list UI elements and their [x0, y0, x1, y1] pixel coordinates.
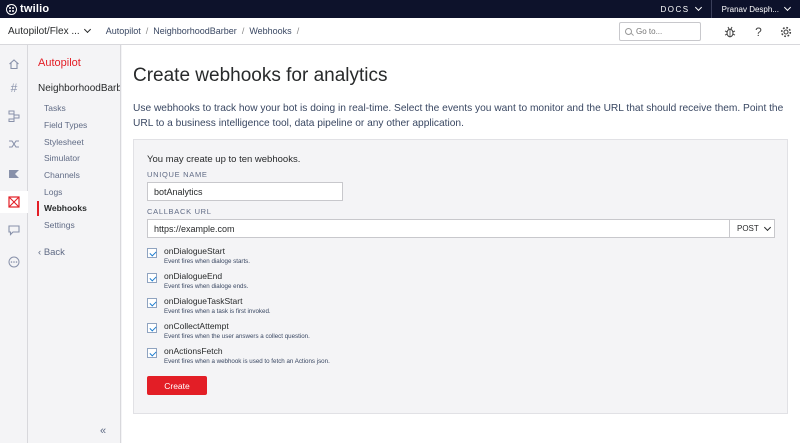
search-input[interactable]	[636, 27, 694, 36]
help-icon[interactable]: ?	[749, 22, 768, 41]
debugger-icon[interactable]	[720, 22, 739, 41]
chevron-left-icon: ‹	[38, 247, 42, 258]
http-method-select[interactable]: POST	[730, 219, 775, 238]
flow-icon[interactable]	[0, 105, 28, 127]
twilio-logo[interactable]: twilio	[6, 3, 49, 15]
page-description: Use webhooks to track how your bot is do…	[133, 103, 784, 129]
event-option: onDialogueEnd Event fires when dialoge e…	[147, 271, 248, 291]
logo-text: twilio	[20, 3, 50, 15]
chevron-down-icon	[694, 3, 702, 12]
search-icon	[625, 28, 632, 35]
event-description: Event fires when a webhook is used to fe…	[164, 358, 330, 365]
sidebar-item-logs[interactable]: Logs	[44, 187, 62, 197]
breadcrumb: Autopilot / NeighborhoodBarber / Webhook…	[106, 26, 305, 36]
unique-name-label: UNIQUE NAME	[147, 170, 208, 179]
event-checkbox[interactable]	[147, 273, 157, 283]
sidebar-item-webhooks[interactable]: Webhooks	[44, 203, 87, 213]
user-name: Pranav Desph...	[721, 4, 779, 14]
chevron-down-icon	[763, 223, 771, 231]
goto-search[interactable]	[619, 22, 701, 41]
global-topbar: twilio DOCS Pranav Desph...	[0, 0, 800, 18]
docs-label: DOCS	[660, 4, 690, 14]
callback-url-label: CALLBACK URL	[147, 207, 212, 216]
event-description: Event fires when dialoge starts.	[164, 258, 250, 265]
event-name: onCollectAttempt	[164, 321, 229, 331]
breadcrumb-bar: Autopilot/Flex ... Autopilot / Neighborh…	[0, 18, 800, 45]
sidebar-assistant-name[interactable]: NeighborhoodBarber	[38, 83, 120, 94]
event-checkbox[interactable]	[147, 298, 157, 308]
webhook-form-card: You may create up to ten webhooks. UNIQU…	[133, 139, 788, 414]
twilio-logo-icon	[6, 3, 17, 15]
home-icon[interactable]	[0, 53, 28, 75]
autopilot-icon[interactable]	[0, 191, 28, 213]
sidebar-item-settings[interactable]: Settings	[44, 220, 75, 230]
sidebar-item-channels[interactable]: Channels	[44, 170, 80, 180]
event-name: onDialogueEnd	[164, 271, 223, 281]
event-checkbox[interactable]	[147, 323, 157, 333]
webhook-limit-note: You may create up to ten webhooks.	[147, 154, 301, 165]
back-label: Back	[43, 247, 65, 258]
event-option: onCollectAttempt Event fires when the us…	[147, 321, 310, 341]
sidebar-item-field-types[interactable]: Field Types	[44, 120, 87, 130]
event-description: Event fires when the user answers a coll…	[164, 333, 310, 340]
collapse-sidebar-icon[interactable]: «	[100, 425, 106, 437]
callback-url-input[interactable]	[147, 219, 730, 238]
project-name: Autopilot/Flex ...	[8, 25, 80, 37]
chevron-down-icon	[783, 3, 792, 12]
back-link[interactable]: ‹ Back	[38, 247, 65, 258]
docs-menu[interactable]: DOCS	[651, 3, 711, 14]
active-indicator	[37, 201, 39, 216]
breadcrumb-assistant[interactable]: NeighborhoodBarber	[153, 26, 237, 36]
event-checkbox[interactable]	[147, 248, 157, 258]
user-menu[interactable]: Pranav Desph...	[712, 3, 800, 14]
event-name: onActionsFetch	[164, 346, 223, 356]
more-icon[interactable]	[0, 251, 28, 273]
sidebar-item-stylesheet[interactable]: Stylesheet	[44, 137, 84, 147]
shuffle-icon[interactable]	[0, 133, 28, 155]
page-title: Create webhooks for analytics	[133, 65, 388, 86]
event-option: onActionsFetch Event fires when a webhoo…	[147, 346, 330, 366]
breadcrumb-autopilot[interactable]: Autopilot	[106, 26, 141, 36]
event-option: onDialogueStart Event fires when dialoge…	[147, 246, 250, 266]
http-method-value: POST	[737, 224, 759, 233]
main-content: Create webhooks for analytics Use webhoo…	[122, 45, 800, 443]
hash-icon[interactable]: #	[0, 77, 28, 99]
unique-name-input[interactable]	[147, 182, 343, 201]
event-checkbox[interactable]	[147, 348, 157, 358]
event-name: onDialogueTaskStart	[164, 296, 243, 306]
event-description: Event fires when dialoge ends.	[164, 283, 249, 290]
event-option: onDialogueTaskStart Event fires when a t…	[147, 296, 271, 316]
create-button[interactable]: Create	[147, 376, 207, 395]
breadcrumb-separator: /	[241, 26, 245, 36]
sidebar-item-simulator[interactable]: Simulator	[44, 153, 80, 163]
breadcrumb-separator: /	[145, 26, 149, 36]
autopilot-sidebar: Autopilot NeighborhoodBarber Tasks Field…	[28, 45, 121, 443]
chevron-down-icon	[83, 25, 91, 34]
breadcrumb-separator: /	[296, 26, 300, 36]
sidebar-item-tasks[interactable]: Tasks	[44, 103, 66, 113]
flag-icon[interactable]	[0, 163, 28, 185]
event-name: onDialogueStart	[164, 246, 225, 256]
gear-icon[interactable]	[776, 22, 795, 41]
project-switcher[interactable]: Autopilot/Flex ...	[8, 25, 91, 37]
event-description: Event fires when a task is first invoked…	[164, 308, 271, 315]
breadcrumb-webhooks[interactable]: Webhooks	[249, 26, 291, 36]
chat-icon[interactable]	[0, 219, 28, 241]
product-rail: #	[0, 45, 28, 443]
sidebar-title[interactable]: Autopilot	[38, 57, 81, 69]
